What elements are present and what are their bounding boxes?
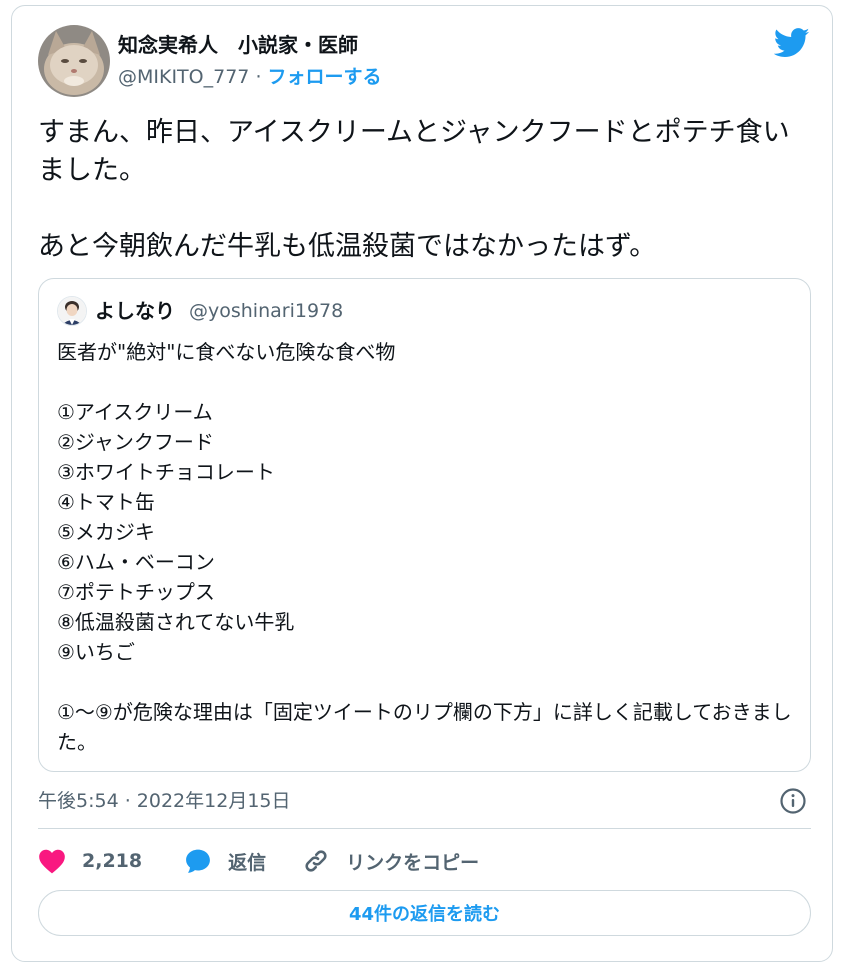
copy-link-label: リンクをコピー	[346, 851, 480, 874]
embedded-tweet-card: 知念実希人 小説家・医師 @MIKITO_777 · フォローする すまん、昨日…	[11, 5, 833, 962]
action-bar: 2,218 返信 リンクをコピー	[38, 844, 479, 878]
link-icon	[302, 847, 330, 875]
handle-separator: ·	[255, 66, 262, 88]
author-avatar[interactable]	[38, 25, 110, 97]
follow-button[interactable]: フォローする	[268, 66, 382, 88]
like-button[interactable]: 2,218	[38, 848, 142, 874]
quoted-author-avatar	[57, 296, 87, 326]
heart-icon	[38, 848, 66, 874]
quoted-tweet[interactable]: よしなり @yoshinari1978 医者が"絶対"に食べない危険な食べ物 ①…	[38, 278, 811, 772]
quoted-tweet-text: 医者が"絶対"に食べない危険な食べ物 ①アイスクリーム ②ジャンクフード ③ホワ…	[57, 340, 792, 754]
tweet-text: すまん、昨日、アイスクリームとジャンクフードとポテチ食いました。 あと今朝飲んだ…	[38, 117, 790, 262]
like-count: 2,218	[82, 850, 143, 872]
info-icon[interactable]	[779, 787, 807, 815]
author-handle-line: @MIKITO_777 · フォローする	[118, 64, 382, 90]
speech-bubble-icon	[184, 847, 212, 875]
author-display-name[interactable]: 知念実希人 小説家・医師	[118, 32, 358, 58]
twitter-bird-icon[interactable]	[773, 28, 810, 58]
divider	[38, 828, 811, 829]
reply-button[interactable]: 返信	[184, 847, 266, 875]
tweet-timestamp[interactable]: 午後5:54 · 2022年12月15日	[38, 788, 291, 814]
reply-label: 返信	[228, 851, 267, 874]
quoted-author-name: よしなり	[95, 299, 175, 323]
author-handle[interactable]: @MIKITO_777	[118, 66, 249, 88]
quoted-author-handle: @yoshinari1978	[189, 300, 344, 322]
copy-link-button[interactable]: リンクをコピー	[302, 847, 479, 875]
read-replies-button[interactable]: 44件の返信を読む	[38, 890, 811, 936]
